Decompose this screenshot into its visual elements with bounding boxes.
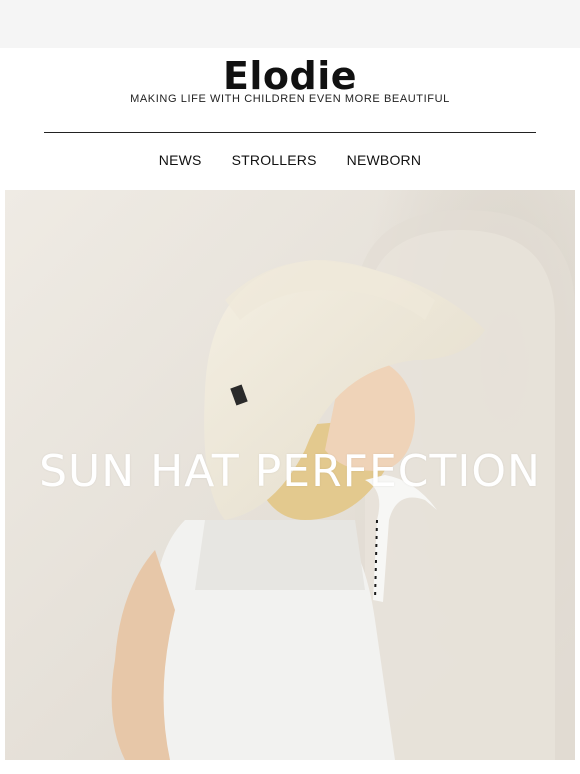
nav-item-strollers[interactable]: STROLLERS	[232, 152, 317, 168]
header-divider	[44, 132, 536, 133]
nav-item-newborn[interactable]: NEWBORN	[347, 152, 422, 168]
hero-title: SUN HAT PERFECTION	[39, 446, 541, 497]
email-header: Elodie MAKING LIFE WITH CHILDREN EVEN MO…	[0, 48, 580, 190]
nav-item-news[interactable]: NEWS	[159, 152, 202, 168]
brand-tagline: MAKING LIFE WITH CHILDREN EVEN MORE BEAU…	[130, 93, 450, 105]
brand-logo[interactable]: Elodie	[0, 54, 580, 98]
main-nav: NEWS STROLLERS NEWBORN	[0, 152, 580, 168]
top-band	[0, 0, 580, 48]
hero-banner[interactable]: SUN HAT PERFECTION	[5, 190, 575, 760]
